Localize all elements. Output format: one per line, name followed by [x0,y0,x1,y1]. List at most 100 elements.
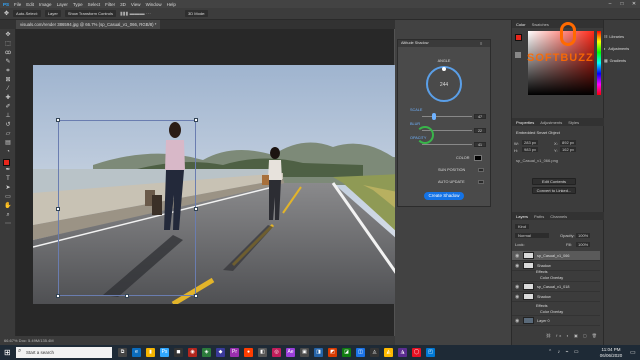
frame-icon[interactable]: ⊠ [4,77,12,84]
menu-help[interactable]: Help [167,2,176,7]
taskbar-app-icon[interactable]: ◩ [328,348,337,357]
taskbar-app-icon[interactable]: ▣ [300,348,309,357]
taskbar-app-icon[interactable]: ◨ [314,348,323,357]
after-effects-taskbar-icon[interactable]: Ae [286,348,295,357]
layer-row[interactable]: ◉ sp_Casual_v1_018 [512,282,600,292]
auto-select-checkbox[interactable]: Auto-Select: [13,10,41,17]
tab-swatches[interactable]: Swatches [532,22,549,27]
taskbar-app-icon[interactable]: ◧ [258,348,267,357]
opacity-value[interactable]: 41 [474,142,486,147]
side-libraries[interactable]: ☷ Libraries [604,32,638,41]
task-view-icon[interactable]: ⧉ [118,348,127,357]
tab-styles[interactable]: Styles [568,120,579,125]
shadow-color-swatch[interactable] [474,155,482,161]
history-brush-icon[interactable]: ↺ [4,122,12,129]
align-icons[interactable]: ▮▮▮ ▬▬▬ ⋯ [120,11,151,17]
taskbar-app-icon[interactable]: ◼ [174,348,183,357]
fill-field[interactable]: 100% [576,242,591,247]
taskbar-app-icon[interactable]: ◈ [202,348,211,357]
menu-image[interactable]: Image [39,2,52,7]
w-field[interactable]: 283 px [522,140,539,145]
tab-properties[interactable]: Properties [516,120,534,125]
taskbar-app-icon[interactable]: ◉ [188,348,197,357]
lasso-icon[interactable]: ꝏ [4,50,12,57]
taskbar-app-icon[interactable]: ◫ [356,348,365,357]
visibility-eye-icon[interactable]: ◉ [515,318,520,324]
foreground-color-swatch[interactable] [3,159,10,166]
move-tool-icon[interactable]: ✥ [4,10,9,17]
menu-file[interactable]: File [14,2,21,7]
clock-date[interactable]: 06/06/2020 [596,353,626,358]
hand-icon[interactable]: ✋ [4,203,12,210]
ps-logo[interactable]: PS [3,2,9,7]
minimize-icon[interactable]: – [604,0,616,8]
quick-select-icon[interactable]: ✎ [4,59,12,66]
y-field[interactable]: 162 px [560,147,577,152]
marquee-icon[interactable]: ⬚ [4,41,12,48]
visibility-eye-icon[interactable]: ◉ [515,253,520,259]
auto-update-checkbox[interactable] [478,180,484,184]
transform-handle[interactable] [194,118,198,122]
gradient-icon[interactable]: ▤ [4,140,12,147]
convert-linked-button[interactable]: Convert to Linked... [532,187,576,194]
side-adjustments[interactable]: ◐ Adjustments [604,44,638,53]
transform-bounding-box[interactable] [58,120,196,296]
taskbar-app-icon[interactable]: ◆ [216,348,225,357]
zoom-icon[interactable]: ⌕ [4,212,12,219]
scale-slider[interactable] [422,116,472,117]
taskbar-app-icon[interactable]: ◯ [412,348,421,357]
menu-3d[interactable]: 3D [120,2,126,7]
crop-icon[interactable]: ⌗ [4,68,12,75]
layer-effect-row[interactable]: Color Overlay [512,309,600,316]
sun-position-checkbox[interactable] [478,168,484,172]
x-field[interactable]: 892 px [560,140,577,145]
transform-handle[interactable] [194,294,198,298]
move-icon[interactable]: ✥ [4,32,12,39]
transform-handle[interactable] [56,207,60,211]
menu-layer[interactable]: Layer [57,2,68,7]
blur-value[interactable]: 22 [474,128,486,133]
premiere-taskbar-icon[interactable]: Pr [230,348,239,357]
taskbar-app-icon[interactable]: e [132,348,141,357]
layer-kind-filter[interactable]: Kind [515,224,530,229]
taskbar-app-icon[interactable]: ◬ [370,348,379,357]
stamp-icon[interactable]: ⊥ [4,113,12,120]
path-select-icon[interactable]: ➤ [4,185,12,192]
document-tab[interactable]: visuals.com/render 386594.jpg @ 66.7% (s… [16,20,161,29]
transform-handle[interactable] [56,294,60,298]
fg-color-swatch[interactable] [515,34,522,41]
layer-row[interactable]: ◉ sp_Casual_v1_066 [512,251,600,261]
h-field[interactable]: 983 px [522,147,539,152]
photoshop-taskbar-icon[interactable]: Ps [160,348,169,357]
blur-icon[interactable]: ◔ [4,149,12,156]
taskbar-app-icon[interactable]: ◭ [384,348,393,357]
scale-value[interactable]: 47 [474,114,486,119]
layer-effects-row[interactable]: Effects [512,302,600,309]
pen-icon[interactable]: ✒ [4,167,12,174]
transform-handle[interactable] [56,118,60,122]
edit-contents-button[interactable]: Edit Contents [532,178,576,185]
layer-row[interactable]: ◉ Layer 0 [512,316,600,326]
hue-slider[interactable] [597,31,601,95]
layer-row[interactable]: ◉ Shadow [512,292,600,302]
scale-slider-thumb[interactable] [432,113,436,120]
taskbar-search-box[interactable]: Start a search [16,347,112,358]
layer-effects-row[interactable]: Effects [512,268,600,275]
menu-window[interactable]: Window [146,2,162,7]
more-tools-icon[interactable]: ⋯ [4,221,12,228]
visibility-eye-icon[interactable]: ◉ [515,284,520,290]
menu-edit[interactable]: Edit [26,2,34,7]
show-transform-checkbox[interactable]: Show Transform Controls [64,10,116,17]
tab-adjustments[interactable]: Adjustments [540,120,562,125]
blend-mode-select[interactable]: Normal [515,233,549,238]
opacity-slider[interactable] [422,144,472,145]
shape-icon[interactable]: ▭ [4,194,12,201]
healing-icon[interactable]: ✚ [4,95,12,102]
tab-paths[interactable]: Paths [534,214,544,219]
taskbar-app-icon[interactable]: ◎ [272,348,281,357]
taskbar-app-icon[interactable]: ◰ [426,348,435,357]
visibility-eye-icon[interactable]: ◉ [515,294,520,300]
notification-icon[interactable]: ▭ [630,349,636,356]
angle-dial-knob[interactable] [442,67,446,71]
layer-select-dropdown[interactable]: Layer [44,10,61,17]
